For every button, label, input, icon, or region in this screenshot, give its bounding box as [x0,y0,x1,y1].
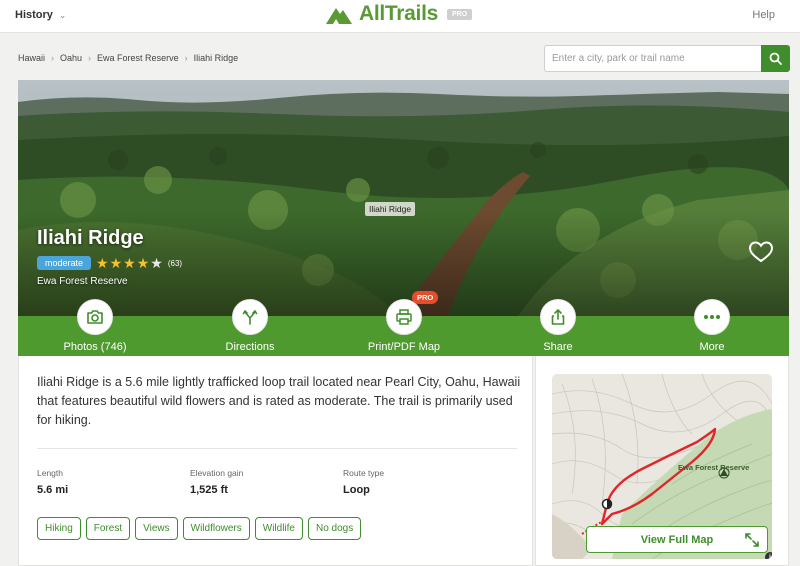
rating-stars[interactable]: ★ ★ ★ ★ ★ [96,256,163,270]
more-action-circle [694,299,730,335]
star-icon: ★ [96,255,109,271]
mountain-logo-icon [326,8,352,24]
pro-badge: PRO [447,8,473,20]
search-bar [544,45,790,72]
directions-action-circle [232,299,268,335]
trail-description: Iliahi Ridge is a 5.6 mile lightly traff… [37,375,521,427]
star-icon: ★ [136,255,150,271]
stat-elevation-gain: Elevation gain 1,525 ft [190,468,243,496]
stat-length: Length 5.6 mi [37,468,68,496]
alltrails-logo[interactable]: AllTrails PRO [325,2,473,26]
trail-title: Iliahi Ridge [37,227,144,249]
share-icon [551,309,565,325]
tag-no-dogs[interactable]: No dogs [308,517,362,540]
tag-hiking[interactable]: Hiking [37,517,81,540]
print-icon [396,309,412,325]
camera-icon [87,310,103,324]
stat-label: Length [37,468,63,478]
print-pdf-label: Print/PDF Map [367,341,441,353]
info-icon[interactable]: i [765,552,772,559]
help-link[interactable]: Help [752,9,775,21]
history-label: History [15,9,53,21]
photos-action-circle [77,299,113,335]
expand-icon [745,533,759,547]
breadcrumb-oahu[interactable]: Oahu [60,53,82,63]
search-input[interactable] [544,45,761,72]
breadcrumb-iliahi-ridge[interactable]: Iliahi Ridge [194,53,239,63]
directions-label: Directions [225,341,275,353]
pro-badge: PRO [412,291,439,304]
star-icon: ★ [123,255,136,271]
photo-caption: Iliahi Ridge [365,202,416,216]
search-icon [769,52,782,65]
map-card: Ewa Forest Reserve View Full Map i [535,356,789,566]
stat-value: Loop [343,484,370,496]
view-full-map-button[interactable]: View Full Map [586,526,768,553]
stat-value: 1,525 ft [190,484,228,496]
breadcrumb-separator: › [88,53,92,63]
stat-label: Route type [343,468,385,478]
star-icon: ★ [109,255,123,271]
map-area-label: Ewa Forest Reserve [678,463,750,472]
trail-hero: Iliahi Ridge Iliahi Ridge moderate ★ ★ ★… [18,80,789,316]
difficulty-badge: moderate [37,256,92,270]
breadcrumb-separator: › [184,53,188,63]
print-pdf-action-circle [386,299,422,335]
share-label: Share [543,341,573,353]
star-icon: ★ [150,255,163,271]
print-pdf-action[interactable]: PRO Print/PDF Map [344,291,464,353]
rating-count[interactable]: (63) [168,259,182,268]
tag-views[interactable]: Views [135,517,178,540]
directions-action[interactable]: Directions [190,299,310,353]
photos-label: Photos (746) [63,341,127,353]
heart-icon[interactable] [748,240,774,264]
share-action[interactable]: Share [498,299,618,353]
stat-label: Elevation gain [190,468,244,478]
directions-icon [242,309,258,325]
brand-name: AllTrails [359,2,439,25]
photos-action[interactable]: Photos (746) [35,299,155,353]
more-action[interactable]: More [652,299,772,353]
difficulty-rating-row: moderate ★ ★ ★ ★ ★ (63) [37,256,182,270]
view-full-map-label: View Full Map [640,533,714,546]
tag-wildlife[interactable]: Wildlife [254,517,303,540]
breadcrumb-ewa-forest-reserve[interactable]: Ewa Forest Reserve [97,53,179,63]
top-nav: History ⌄ AllTrails PRO Help [0,0,800,33]
search-button[interactable] [761,45,790,72]
breadcrumb-separator: › [51,53,55,63]
stat-route-type: Route type Loop [343,468,384,496]
trail-overview-card: Iliahi Ridge is a 5.6 mile lightly traff… [18,356,533,566]
breadcrumb: Hawaii › Oahu › Ewa Forest Reserve › Ili… [18,53,238,63]
stat-value: 5.6 mi [37,484,69,496]
share-action-circle [540,299,576,335]
divider [37,448,517,449]
action-bar: Photos (746) Directions PRO Print/PDF Ma… [18,291,789,356]
trail-tags: Hiking Forest Views Wildflowers Wildlife… [37,517,362,540]
more-icon [704,315,720,319]
breadcrumb-hawaii[interactable]: Hawaii [18,53,45,63]
history-menu[interactable]: History ⌄ [15,9,66,21]
tag-wildflowers[interactable]: Wildflowers [182,517,250,540]
trail-photo[interactable] [18,80,789,316]
more-label: More [699,341,725,353]
tag-forest[interactable]: Forest [85,517,131,540]
park-link[interactable]: Ewa Forest Reserve [37,276,128,287]
chevron-down-icon: ⌄ [58,9,67,20]
trail-map[interactable]: Ewa Forest Reserve View Full Map i [552,374,772,559]
